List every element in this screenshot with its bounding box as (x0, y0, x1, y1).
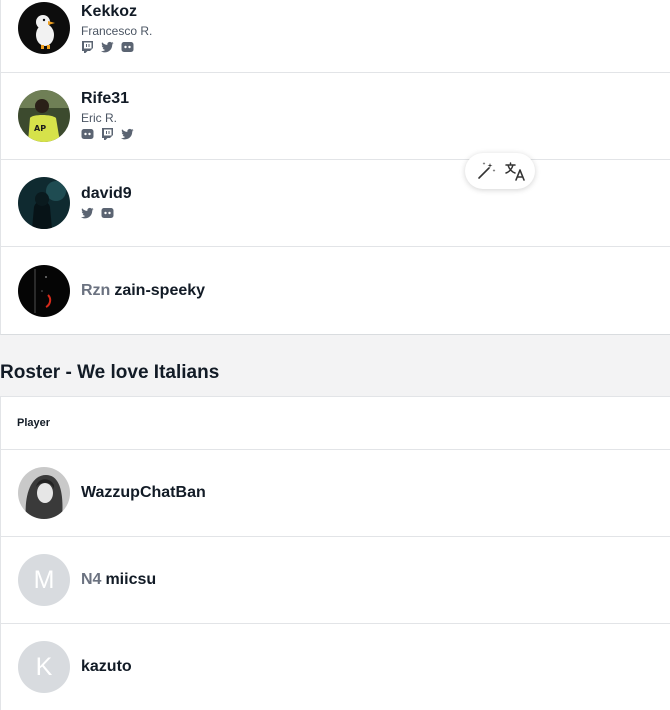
list-item[interactable]: david9 (1, 160, 670, 247)
player-real-name: Eric R. (81, 111, 117, 125)
list-item[interactable]: Rzn zain-speeky (1, 248, 670, 335)
avatar[interactable]: K (18, 641, 70, 693)
player-name[interactable]: Kekkoz (81, 3, 137, 21)
team-tag: N4 (81, 571, 102, 588)
player-name[interactable]: kazuto (81, 658, 132, 676)
twitch-icon[interactable] (101, 128, 114, 140)
twitter-icon[interactable] (81, 207, 94, 219)
table-row[interactable]: K kazuto (1, 624, 670, 710)
table-row[interactable]: WazzupChatBan (1, 450, 670, 537)
social-links (81, 207, 114, 219)
discord-icon[interactable] (81, 128, 94, 140)
player-real-name: Francesco R. (81, 24, 153, 38)
player-name[interactable]: david9 (81, 185, 132, 203)
team-tag: Rzn (81, 282, 111, 299)
translate-icon[interactable] (503, 159, 527, 183)
player-name[interactable]: WazzupChatBan (81, 484, 206, 502)
roster-title: Roster - We love Italians (0, 362, 220, 383)
discord-icon[interactable] (101, 207, 114, 219)
players-card: Kekkoz Francesco R. AP Rife31 Eric R. da… (0, 0, 670, 335)
player-handle[interactable]: miicsu (105, 571, 156, 588)
social-links (81, 128, 134, 140)
player-name[interactable]: Rzn zain-speeky (81, 282, 205, 300)
magic-wand-icon[interactable] (474, 159, 498, 183)
avatar[interactable] (18, 467, 70, 519)
player-name[interactable]: N4 miicsu (81, 571, 156, 589)
list-item[interactable]: Kekkoz Francesco R. (1, 0, 670, 73)
player-name[interactable]: Rife31 (81, 90, 129, 108)
twitter-icon[interactable] (101, 41, 114, 53)
avatar[interactable] (18, 2, 70, 54)
table-row[interactable]: M N4 miicsu (1, 537, 670, 624)
floating-toolbar (465, 153, 535, 189)
roster-card: Player WazzupChatBan M N4 miicsu K kazuto (0, 396, 670, 710)
svg-text:AP: AP (34, 124, 46, 133)
column-header-player: Player (17, 417, 51, 429)
list-item[interactable]: AP Rife31 Eric R. (1, 73, 670, 160)
avatar[interactable]: AP (18, 90, 70, 142)
player-handle[interactable]: zain-speeky (114, 282, 205, 299)
avatar[interactable] (18, 265, 70, 317)
avatar[interactable]: M (18, 554, 70, 606)
social-links (81, 41, 134, 53)
discord-icon[interactable] (121, 41, 134, 53)
table-header: Player (1, 397, 670, 450)
twitch-icon[interactable] (81, 41, 94, 53)
twitter-icon[interactable] (121, 128, 134, 140)
avatar[interactable] (18, 177, 70, 229)
